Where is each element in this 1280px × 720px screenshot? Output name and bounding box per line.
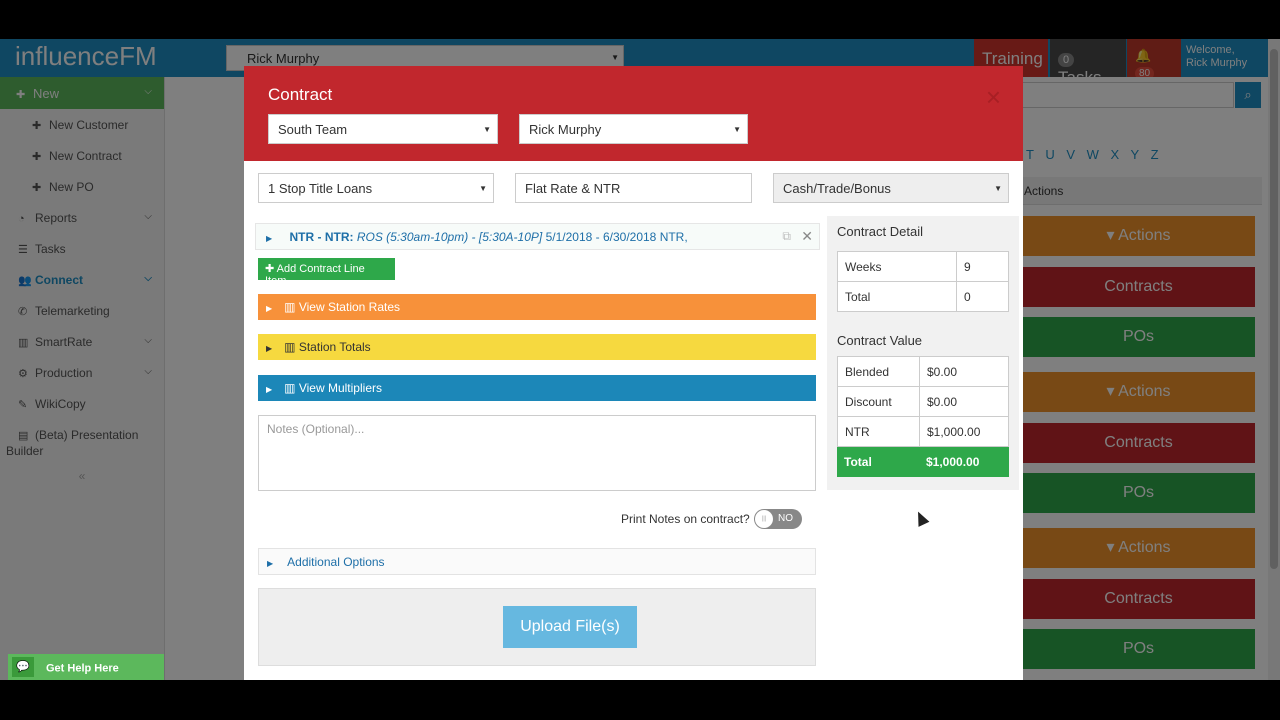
view-station-rates-bar[interactable]: ▶ ▥ View Station Rates (258, 294, 816, 320)
chevron-down-icon: ▼ (733, 125, 741, 134)
add-contract-line-item-button[interactable]: ✚ Add Contract Line Item (258, 258, 395, 287)
table-row: Blended $0.00 (837, 356, 1009, 387)
print-notes-label: Print Notes on contract? (621, 512, 750, 526)
team-select[interactable]: South Team ▼ (268, 114, 498, 144)
contract-value-title: Contract Value (837, 333, 923, 348)
remove-icon[interactable]: ✕ (801, 228, 813, 245)
bar-chart-icon: ▥ (284, 300, 296, 314)
additional-options-bar[interactable]: ▶ Additional Options (258, 548, 816, 575)
contract-detail-table: Weeks 9 Total 0 (837, 251, 1009, 312)
get-help-button[interactable]: 💬 Get Help Here (8, 654, 164, 680)
upload-dropzone[interactable]: Upload File(s) (258, 588, 816, 666)
blended-value: $0.00 (919, 356, 1009, 387)
ntr-label: NTR (837, 416, 920, 447)
contract-modal: Contract × South Team ▼ Rick Murphy ▼ 1 … (244, 66, 1023, 680)
ntr-value: $1,000.00 (919, 416, 1009, 447)
team-select-value: South Team (278, 122, 348, 137)
discount-label: Discount (837, 386, 920, 417)
chevron-down-icon: ▼ (483, 125, 491, 134)
blended-label: Blended (837, 356, 920, 387)
line-item-dates: 5/1/2018 - 6/30/2018 NTR, (545, 230, 688, 244)
weeks-value[interactable]: 9 (956, 251, 1009, 282)
caret-right-icon: ▶ (266, 234, 273, 243)
detail-total-label: Total (837, 281, 957, 312)
table-row: NTR $1,000.00 (837, 416, 1009, 447)
chevron-down-icon: ▼ (479, 184, 487, 193)
plus-icon: ✚ (265, 263, 275, 275)
contract-line-item[interactable]: ▶ NTR - NTR: ROS (5:30am-10pm) - [5:30A-… (255, 223, 820, 250)
rate-type-value: Flat Rate & NTR (525, 181, 621, 196)
payment-type-value: Cash/Trade/Bonus (783, 181, 891, 196)
caret-right-icon: ▶ (266, 344, 273, 353)
client-select-value: 1 Stop Title Loans (268, 181, 373, 196)
contract-detail-title: Contract Detail (837, 224, 923, 239)
value-total-amount: $1,000.00 (926, 455, 980, 469)
rate-type-field[interactable]: Flat Rate & NTR (515, 173, 752, 203)
detail-total-value: 0 (956, 281, 1009, 312)
caret-right-icon: ▶ (266, 385, 273, 394)
chat-icon: 💬 (12, 657, 34, 677)
payment-type-select[interactable]: Cash/Trade/Bonus ▼ (773, 173, 1009, 203)
modal-header: Contract × South Team ▼ Rick Murphy ▼ (244, 66, 1023, 161)
get-help-label: Get Help Here (46, 662, 119, 675)
table-row: Total 0 (837, 281, 1009, 312)
value-total-label: Total (844, 455, 872, 469)
print-notes-toggle[interactable]: ||| NO (754, 509, 802, 529)
rep-select-value: Rick Murphy (529, 122, 602, 137)
bar-label: View Multipliers (298, 381, 382, 395)
table-row: Weeks 9 (837, 251, 1009, 282)
caret-right-icon: ▶ (266, 304, 273, 313)
line-item-description: ROS (5:30am-10pm) - [5:30A-10P] (356, 230, 543, 244)
app-screen: influenceFM Rick Murphy ▼ Training 0Task… (0, 39, 1280, 680)
contract-total-row: Total $1,000.00 (837, 447, 1009, 477)
notes-textarea[interactable]: Notes (Optional)... (258, 415, 816, 491)
close-icon[interactable]: × (986, 82, 1001, 113)
discount-value: $0.00 (919, 386, 1009, 417)
bar-chart-icon: ▥ (284, 381, 296, 395)
weeks-label: Weeks (837, 251, 957, 282)
bar-chart-icon: ▥ (284, 340, 296, 354)
add-line-item-label: Add Contract Line Item (265, 263, 365, 287)
view-multipliers-bar[interactable]: ▶ ▥ View Multipliers (258, 375, 816, 401)
rep-select[interactable]: Rick Murphy ▼ (519, 114, 748, 144)
copy-icon[interactable]: ⧉ (782, 229, 791, 244)
modal-title: Contract (268, 85, 333, 104)
chevron-down-icon: ▼ (994, 184, 1002, 193)
toggle-knob: ||| (755, 510, 773, 528)
caret-right-icon: ▶ (267, 559, 274, 568)
line-item-name: NTR - NTR: (289, 230, 354, 244)
contract-detail-panel: Contract Detail Weeks 9 Total 0 Contract… (827, 216, 1019, 490)
contract-value-table: Blended $0.00 Discount $0.00 NTR $1,000.… (837, 356, 1009, 447)
additional-options-label: Additional Options (287, 555, 385, 569)
table-row: Discount $0.00 (837, 386, 1009, 417)
toggle-value: NO (778, 513, 793, 524)
upload-files-button[interactable]: Upload File(s) (503, 606, 637, 648)
station-totals-bar[interactable]: ▶ ▥ Station Totals (258, 334, 816, 360)
bar-label: Station Totals (298, 340, 371, 354)
bar-label: View Station Rates (298, 300, 401, 314)
client-select[interactable]: 1 Stop Title Loans ▼ (258, 173, 494, 203)
